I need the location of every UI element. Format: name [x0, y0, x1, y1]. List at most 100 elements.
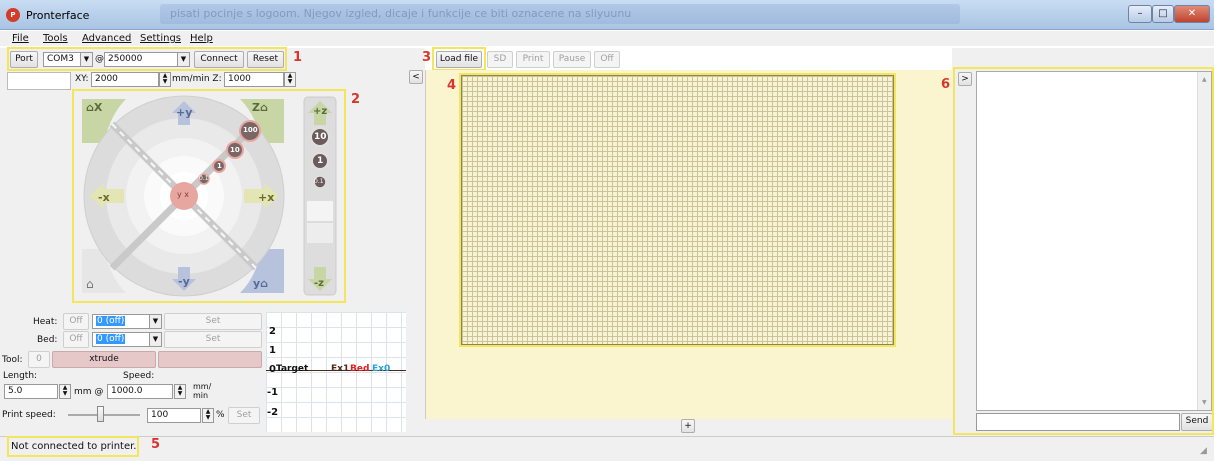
annotation-5: 5 — [151, 437, 161, 452]
print-speed-input[interactable]: 100 — [147, 408, 201, 423]
home-z-icon: Z⌂ — [252, 101, 268, 114]
blank-field — [7, 72, 71, 90]
graph-legend-ex1: Ex1 — [331, 364, 350, 374]
plus-z-label: +z — [313, 106, 328, 117]
send-button[interactable]: Send — [1181, 413, 1213, 431]
scroll-down-icon[interactable]: ▼ — [1202, 399, 1207, 406]
reverse-button[interactable] — [158, 351, 262, 368]
home-all-icon: ⌂ — [86, 277, 94, 291]
z-feed-spinner[interactable]: ▲ ▼ — [284, 72, 296, 87]
bed-set-button[interactable]: Set — [164, 331, 262, 348]
menu-advanced[interactable]: Advanced — [82, 33, 131, 44]
sd-button[interactable]: SD — [487, 51, 513, 68]
bed-select[interactable]: 0 (off) ▼ — [92, 332, 162, 347]
length-spinner[interactable]: ▲ ▼ — [59, 384, 71, 399]
baud-select[interactable]: 250000 ▼ — [104, 52, 190, 67]
bed-label: Bed: — [37, 335, 58, 345]
home-z-label: Z — [252, 101, 260, 114]
menu-bar: File Tools Advanced Settings Help — [0, 31, 1214, 46]
step-xy-1[interactable]: 1 — [217, 162, 222, 170]
home-y-label: y — [253, 277, 261, 290]
heat-off-button[interactable]: Off — [63, 313, 89, 330]
status-bar — [0, 436, 1214, 461]
home-x-label: X — [93, 101, 103, 114]
step-xy-10[interactable]: 10 — [230, 146, 240, 154]
bed-off-button[interactable]: Off — [63, 331, 89, 348]
annotation-6: 6 — [941, 77, 951, 92]
baud-value: 250000 — [108, 54, 143, 64]
xy-feed-spinner[interactable]: ▲ ▼ — [159, 72, 171, 87]
heat-value: 0 (off) — [96, 316, 126, 326]
z-feed-input[interactable]: 1000 — [224, 72, 284, 87]
pause-button[interactable]: Pause — [553, 51, 591, 68]
graph-y-tick-minus-1: -1 — [267, 387, 279, 398]
print-button[interactable]: Print — [516, 51, 550, 68]
chevron-down-icon: ▼ — [149, 315, 161, 328]
chevron-down-icon: ▼ — [149, 333, 161, 346]
chevron-down-icon: ▼ — [177, 53, 189, 66]
graph-y-tick-minus-2: -2 — [267, 407, 279, 418]
bed-value: 0 (off) — [96, 334, 126, 344]
tool-select[interactable]: 0 — [28, 351, 50, 368]
port-select[interactable]: COM3 ▼ — [43, 52, 93, 67]
menu-settings[interactable]: Settings — [140, 33, 181, 44]
annotation-3: 3 — [422, 50, 432, 65]
print-speed-label: Print speed: — [2, 410, 56, 420]
console-log[interactable]: ▲ ▼ — [976, 71, 1212, 411]
graph-legend-ex0: Ex0 — [372, 364, 391, 374]
home-y-icon: y⌂ — [253, 277, 269, 290]
console-command-input[interactable] — [976, 413, 1180, 431]
graph-y-tick-0: 0 — [269, 364, 276, 375]
build-plate-grid[interactable] — [461, 75, 894, 345]
blurred-background-title: pisati pocinje s logoom. Njegov izgled, … — [160, 4, 960, 24]
scroll-up-icon[interactable]: ▲ — [1202, 76, 1207, 83]
collapse-left-button[interactable]: < — [409, 70, 423, 84]
heat-label: Heat: — [33, 317, 58, 327]
heat-select[interactable]: 0 (off) ▼ — [92, 314, 162, 329]
window-title: Pronterface — [26, 9, 90, 22]
feed-unit-label: mm/min Z: — [172, 74, 222, 84]
speed-spinner[interactable]: ▲ ▼ — [174, 384, 186, 399]
print-speed-spinner[interactable]: ▲ ▼ — [202, 408, 214, 423]
status-text: Not connected to printer. — [11, 441, 137, 452]
speed-unit-top: mm/ — [193, 382, 212, 391]
print-speed-slider-thumb[interactable] — [97, 406, 105, 422]
heat-set-button[interactable]: Set — [164, 313, 262, 330]
step-z-1[interactable]: 1 — [317, 156, 323, 166]
baud-at-label: @ — [95, 54, 104, 64]
maximize-button[interactable]: □ — [1152, 5, 1174, 23]
print-speed-set-button[interactable]: Set — [228, 407, 260, 424]
menu-tools[interactable]: Tools — [43, 33, 68, 44]
length-input[interactable]: 5.0 — [4, 384, 58, 399]
annotation-2: 2 — [351, 92, 361, 107]
console-scrollbar[interactable]: ▲ ▼ — [1197, 72, 1211, 410]
reset-button[interactable]: Reset — [247, 51, 284, 68]
port-button[interactable]: Port — [10, 51, 38, 68]
minus-y-label: -y — [178, 275, 190, 288]
connect-button[interactable]: Connect — [194, 51, 244, 68]
jog-control — [74, 91, 344, 301]
minimize-button[interactable]: – — [1128, 5, 1152, 23]
center-target-label: y x — [177, 190, 190, 199]
step-xy-100[interactable]: 100 — [243, 126, 258, 134]
graph-y-tick-1: 1 — [269, 345, 276, 356]
speed-input[interactable]: 1000.0 — [107, 384, 173, 399]
graph-legend-bed: Bed — [350, 364, 370, 374]
length-unit-label: mm @ — [74, 387, 104, 397]
menu-help[interactable]: Help — [190, 33, 213, 44]
add-view-button[interactable]: + — [681, 419, 695, 433]
tool-label: Tool: — [2, 355, 23, 365]
off-button[interactable]: Off — [594, 51, 620, 68]
step-xy-0-1[interactable]: 0.1 — [199, 175, 209, 182]
extrude-button[interactable]: xtrude — [52, 351, 156, 368]
load-file-button[interactable]: Load file — [436, 51, 482, 68]
plus-y-label: +y — [176, 106, 193, 119]
collapse-right-button[interactable]: > — [958, 72, 972, 86]
step-z-10[interactable]: 10 — [314, 132, 327, 142]
resize-grip-icon[interactable]: ◢ — [1200, 446, 1207, 456]
xy-feed-input[interactable]: 2000 — [91, 72, 159, 87]
graph-legend-target: Target — [276, 364, 309, 374]
step-z-0-1[interactable]: 0.1 — [314, 178, 324, 185]
menu-file[interactable]: File — [12, 33, 29, 44]
close-button[interactable]: ✕ — [1174, 5, 1210, 23]
